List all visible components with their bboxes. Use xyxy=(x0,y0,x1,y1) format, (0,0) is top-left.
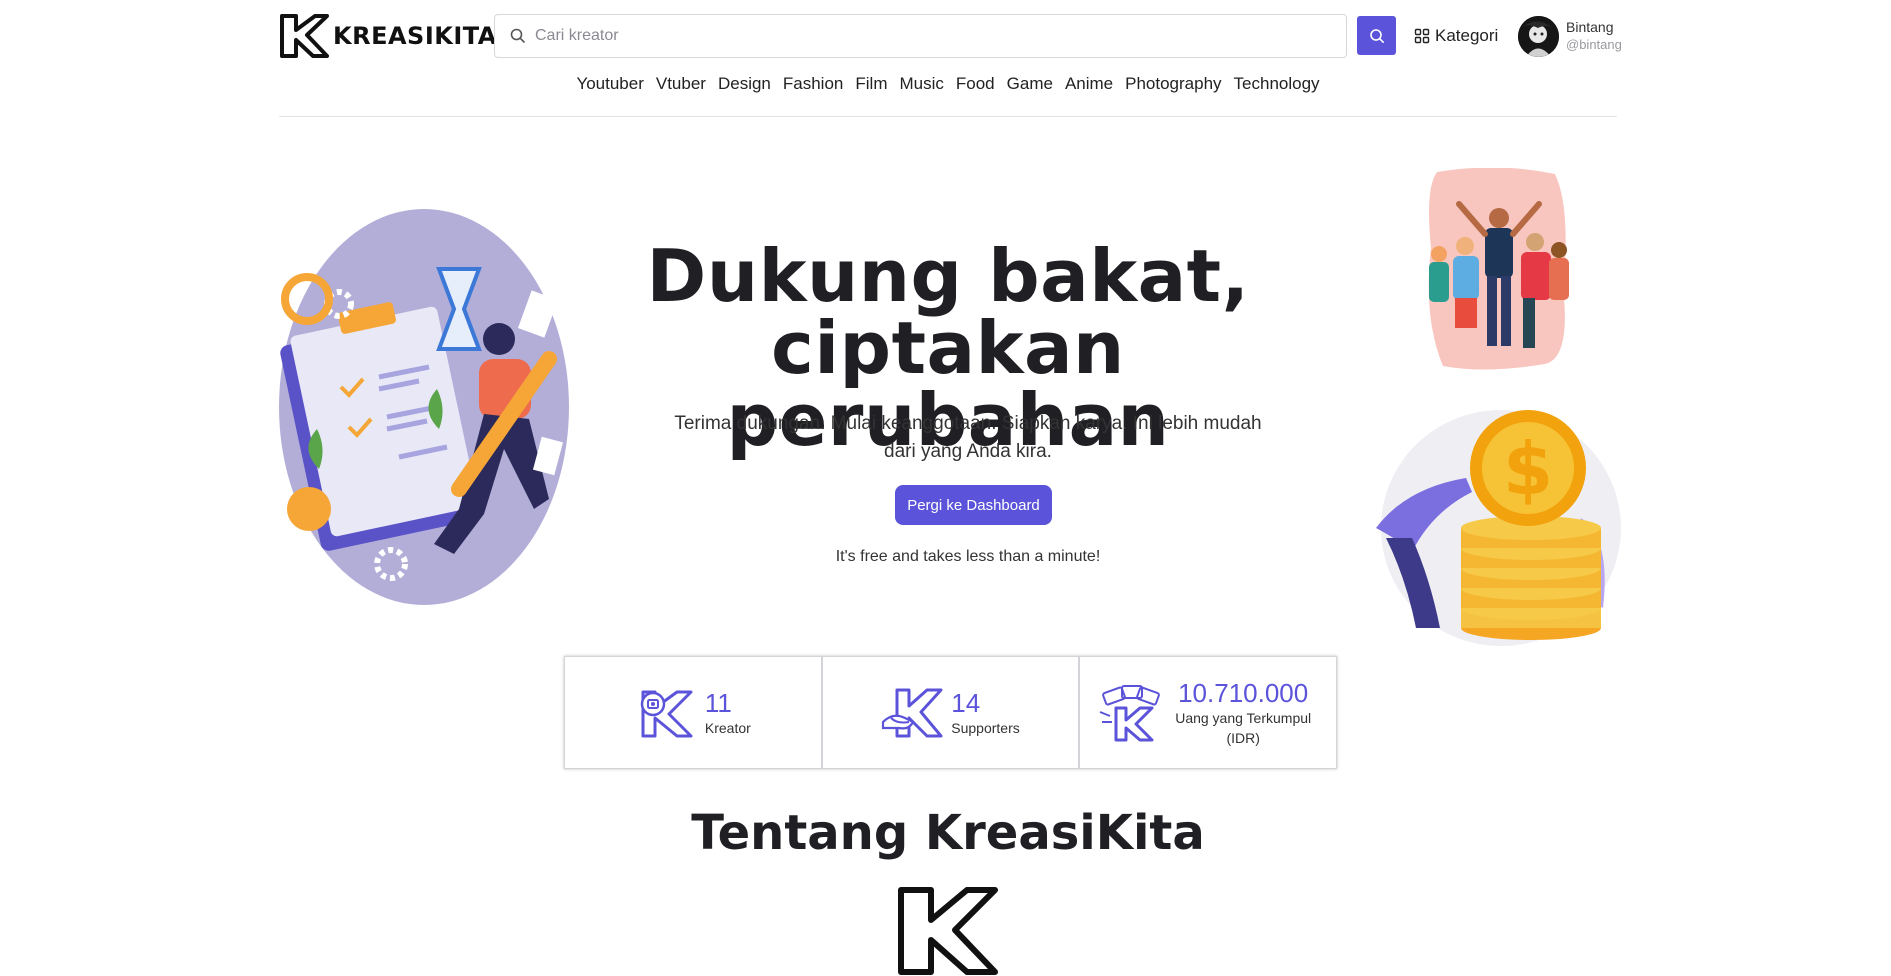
user-name: Bintang xyxy=(1566,19,1614,35)
search-button[interactable] xyxy=(1357,16,1396,55)
about-title: Tentang KreasiKita xyxy=(691,805,1205,861)
hero-subtitle: Terima dukungan. Mulai keanggotaan. Siap… xyxy=(674,413,1262,462)
creator-k-icon xyxy=(640,690,693,737)
nav-item-music[interactable]: Music xyxy=(893,74,949,94)
stats-panel: 11 Kreator 14 Supporters 10.710.000 Uang… xyxy=(564,656,1338,769)
nav-item-vtuber[interactable]: Vtuber xyxy=(650,74,712,94)
nav-item-food[interactable]: Food xyxy=(950,74,1001,94)
search-box xyxy=(494,14,1347,58)
stat-money-text: 10.710.000 Uang yang Terkumpul (IDR) xyxy=(1168,678,1318,748)
nav-item-anime[interactable]: Anime xyxy=(1059,74,1119,94)
avatar-image xyxy=(1518,15,1559,57)
money-k-icon xyxy=(1099,684,1161,741)
nav-item-fashion[interactable]: Fashion xyxy=(777,74,849,94)
stat-kreator-label: Kreator xyxy=(704,719,751,736)
site-logo[interactable]: KREASIKITA xyxy=(279,13,497,59)
avatar xyxy=(1518,15,1559,57)
grid-icon xyxy=(1414,28,1430,44)
page-container: KREASIKITA Kategori xyxy=(279,0,1622,976)
user-info: Bintang @bintang xyxy=(1566,19,1622,53)
supporter-k-icon xyxy=(882,688,943,737)
stat-supporters-text: 14 Supporters xyxy=(951,688,1019,738)
user-menu[interactable]: Bintang @bintang xyxy=(1518,15,1622,57)
creator-illustration xyxy=(279,209,569,605)
svg-text:$: $ xyxy=(1503,427,1553,511)
community-illustration xyxy=(1428,168,1569,370)
stat-kreator: 11 Kreator xyxy=(564,656,822,769)
kategori-label: Kategori xyxy=(1435,26,1499,45)
stat-money-label: Uang yang Terkumpul (IDR) xyxy=(1175,709,1312,746)
nav-item-technology[interactable]: Technology xyxy=(1228,74,1326,94)
category-nav: Youtuber Vtuber Design Fashion Film Musi… xyxy=(279,74,1617,94)
search-icon xyxy=(1369,28,1384,43)
stat-kreator-value: 11 xyxy=(704,687,732,718)
logo-text: KREASIKITA xyxy=(333,22,497,50)
dashboard-button[interactable]: Pergi ke Dashboard xyxy=(895,485,1052,525)
search-input[interactable] xyxy=(535,27,1315,45)
kreasikita-logo-icon xyxy=(280,14,329,58)
user-handle: @bintang xyxy=(1566,37,1622,52)
stat-money: 10.710.000 Uang yang Terkumpul (IDR) xyxy=(1079,656,1338,769)
stat-kreator-text: 11 Kreator xyxy=(705,688,751,738)
nav-item-film[interactable]: Film xyxy=(849,74,893,94)
nav-item-game[interactable]: Game xyxy=(1001,74,1059,94)
nav-item-youtuber[interactable]: Youtuber xyxy=(570,74,649,94)
hero-title-line1: Dukung bakat, xyxy=(646,234,1250,318)
coins-illustration: $ xyxy=(1376,410,1621,646)
stat-money-value: 10.710.000 xyxy=(1178,677,1309,708)
stat-supporters-label: Supporters xyxy=(951,719,1020,736)
search-icon xyxy=(510,28,525,43)
stat-supporters: 14 Supporters xyxy=(821,656,1080,769)
site-header: KREASIKITA Kategori xyxy=(279,0,1622,117)
nav-item-photography[interactable]: Photography xyxy=(1119,74,1227,94)
stat-supporters-value: 14 xyxy=(951,687,981,718)
nav-item-design[interactable]: Design xyxy=(712,74,777,94)
kreasikita-logo-icon xyxy=(898,887,998,975)
kategori-menu[interactable]: Kategori xyxy=(1414,24,1498,48)
hero-note: It's free and takes less than a minute! xyxy=(835,548,1101,565)
